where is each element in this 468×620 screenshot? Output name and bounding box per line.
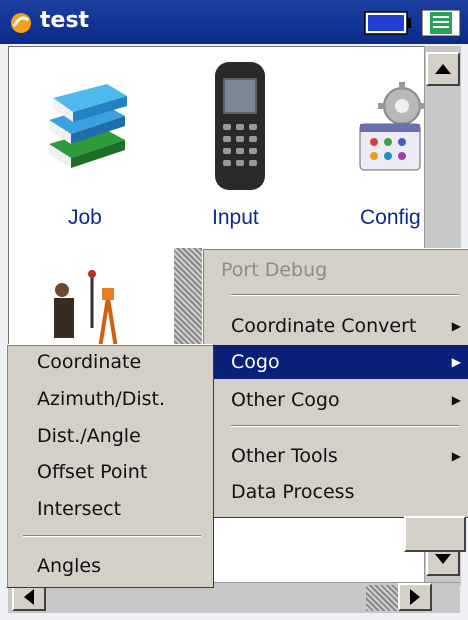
menu-item-label: Coordinate	[37, 351, 142, 373]
arrow-right-icon	[410, 589, 420, 605]
books-icon	[49, 84, 127, 168]
partial-button[interactable]	[404, 516, 466, 552]
gear-settings-icon	[359, 82, 426, 171]
submenu-arrow-icon: ▶	[451, 393, 461, 407]
title-bar: test	[0, 0, 468, 44]
submenu-item-azimuth-dist[interactable]: Azimuth/Dist.	[7, 382, 213, 416]
arrow-down-icon	[435, 554, 451, 564]
desktop-icon-label-config: Config	[360, 206, 421, 229]
submenu-arrow-icon: ▶	[451, 319, 461, 333]
app-logo-icon[interactable]	[10, 12, 32, 34]
desktop-icon-config[interactable]	[356, 82, 426, 182]
submenu-arrow-icon: ▶	[451, 355, 461, 369]
submenu-arrow-icon: ▶	[451, 449, 461, 463]
desktop-icon-input[interactable]	[205, 58, 275, 198]
menu-item-label: Other Cogo	[231, 389, 340, 411]
battery-icon[interactable]	[364, 11, 412, 35]
cogo-submenu: Coordinate Azimuth/Dist. Dist./Angle Off…	[6, 344, 214, 588]
arrow-up-icon	[435, 64, 451, 74]
desktop-icon-label-input: Input	[212, 206, 259, 229]
menu-item-other-cogo[interactable]: Other Cogo ▶	[203, 383, 468, 417]
menu-item-port-debug: Port Debug	[203, 253, 468, 287]
scroll-up-button[interactable]	[426, 52, 460, 86]
menu-item-label: Port Debug	[221, 259, 328, 281]
menu-item-label: Azimuth/Dist.	[37, 388, 165, 410]
menu-item-label: Angles	[37, 555, 101, 577]
window-title: test	[40, 8, 90, 33]
menu-item-coordinate-convert[interactable]: Coordinate Convert ▶	[203, 309, 468, 343]
scroll-track	[366, 585, 398, 611]
arrow-left-icon	[24, 589, 34, 605]
menu-item-label: Other Tools	[231, 445, 338, 467]
menu-item-label: Intersect	[37, 498, 122, 520]
notes-icon[interactable]	[421, 9, 461, 37]
submenu-item-coordinate[interactable]: Coordinate	[7, 345, 213, 379]
surveyor-icon	[54, 270, 118, 349]
menu-item-data-process[interactable]: Data Process	[203, 475, 468, 509]
menu-separator	[231, 425, 459, 427]
scroll-right-button[interactable]	[398, 583, 432, 611]
main-popup-menu: Port Debug Coordinate Convert ▶ Cogo ▶ O…	[202, 248, 468, 518]
submenu-item-offset-point[interactable]: Offset Point	[7, 455, 213, 489]
submenu-item-intersect[interactable]: Intersect	[7, 492, 213, 526]
menu-separator	[23, 535, 201, 537]
menu-item-label: Coordinate Convert	[231, 315, 417, 337]
menu-separator	[231, 294, 459, 296]
menu-item-label: Cogo	[231, 351, 280, 373]
menu-item-cogo[interactable]: Cogo ▶	[203, 345, 468, 379]
handheld-device-icon	[215, 62, 265, 190]
menu-item-label: Dist./Angle	[37, 425, 141, 447]
submenu-item-dist-angle[interactable]: Dist./Angle	[7, 419, 213, 453]
submenu-item-angles[interactable]: Angles	[7, 549, 213, 583]
desktop-icon-label-job: Job	[68, 206, 102, 229]
menu-item-label: Data Process	[231, 481, 355, 503]
menu-item-label: Offset Point	[37, 461, 148, 483]
menu-item-other-tools[interactable]: Other Tools ▶	[203, 439, 468, 473]
menu-shadow-pattern	[174, 248, 204, 348]
